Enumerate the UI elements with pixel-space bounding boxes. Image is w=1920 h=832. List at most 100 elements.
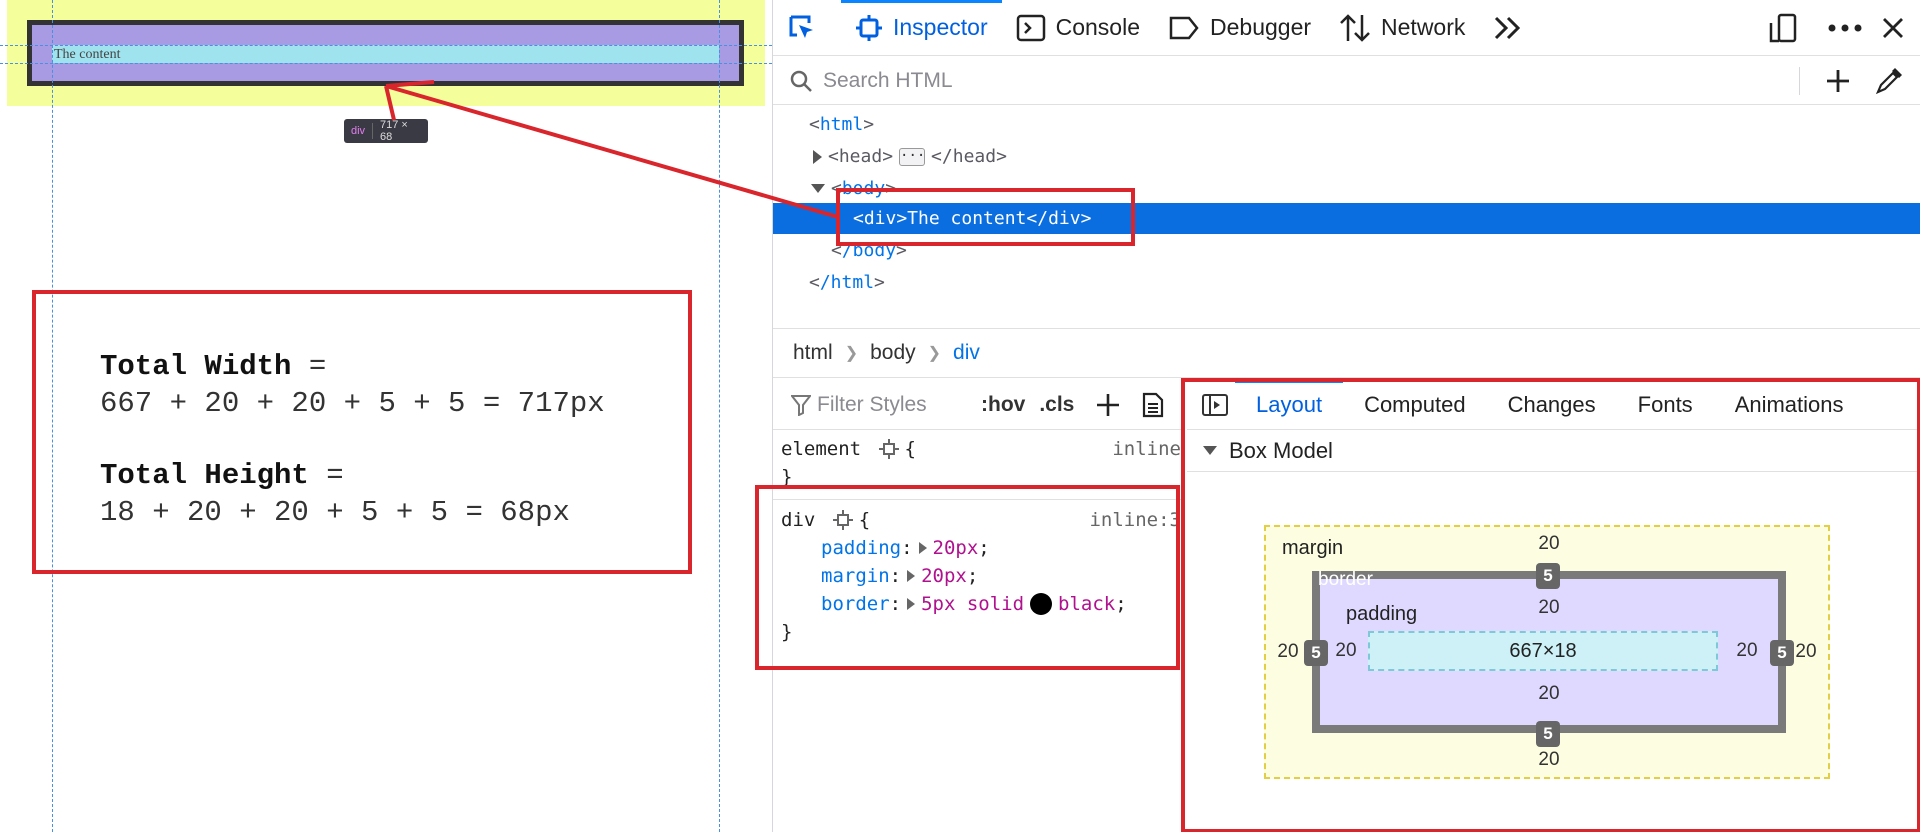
chevron-right-icon: ❯: [927, 345, 942, 362]
plus-icon: [1827, 70, 1849, 92]
expand-shorthand-icon[interactable]: [907, 598, 916, 610]
declaration-margin[interactable]: margin:20px;: [773, 562, 1183, 590]
border-bottom-value[interactable]: 5: [1536, 721, 1560, 747]
markup-view: < html > < head > ··· </head > < body > <div>The …: [773, 106, 1920, 326]
color-swatch[interactable]: [1030, 593, 1053, 615]
search-divider: [1799, 67, 1800, 95]
close-icon: [1883, 18, 1903, 38]
markup-row-head[interactable]: < head > ··· </head >: [773, 141, 1920, 172]
filter-styles-input[interactable]: [817, 392, 967, 417]
element-picker-button[interactable]: [773, 0, 841, 56]
breadcrumb-div[interactable]: div: [953, 341, 980, 365]
layout-pane: Layout Computed Changes Fonts Animations…: [1187, 379, 1920, 832]
tab-fonts[interactable]: Fonts: [1617, 380, 1714, 430]
total-width-expression: 667 + 20 + 20 + 5 + 5 = 717px: [100, 387, 605, 420]
tab-layout[interactable]: Layout: [1235, 379, 1344, 430]
div-selector: div: [781, 509, 816, 531]
element-size-tooltip: div 717 × 68: [344, 119, 428, 143]
padding-left-value[interactable]: 20: [1326, 640, 1366, 662]
box-model-margin: margin 20 20 20 20 padding 20 20 20 20 6…: [1264, 525, 1830, 779]
hov-toggle-button[interactable]: :hov: [981, 393, 1025, 417]
markup-row-body[interactable]: < body >: [773, 173, 1920, 204]
margin-top-value[interactable]: 20: [1529, 533, 1569, 555]
element-rule: element { inline }: [781, 438, 1181, 488]
tab-inspector[interactable]: Inspector: [841, 0, 1002, 56]
print-media-icon[interactable]: [1142, 392, 1164, 418]
collapse-twisty-icon[interactable]: [811, 184, 825, 193]
tab-network[interactable]: Network: [1325, 0, 1479, 56]
more-tools-button[interactable]: [1479, 0, 1547, 56]
border-right-value[interactable]: 5: [1770, 640, 1794, 666]
expand-shorthand-icon[interactable]: [918, 542, 927, 554]
margin-label: margin: [1282, 537, 1344, 559]
add-rule-icon[interactable]: [1096, 393, 1120, 417]
markup-row-html-close[interactable]: </html >: [773, 267, 1920, 298]
inspector-icon: [856, 14, 882, 41]
margin-left-value[interactable]: 20: [1268, 641, 1308, 663]
tab-inspector-label: Inspector: [893, 14, 988, 40]
tab-network-label: Network: [1381, 14, 1466, 40]
element-rule-source[interactable]: inline: [1112, 438, 1181, 460]
expand-shorthand-icon[interactable]: [907, 570, 916, 582]
devtools-panel: Inspector Console Debugger Network Searc…: [772, 0, 1920, 832]
tab-debugger-label: Debugger: [1210, 14, 1312, 40]
search-html-input[interactable]: [823, 68, 1723, 93]
box-model-content-size[interactable]: 667×18: [1368, 631, 1718, 671]
tab-changes[interactable]: Changes: [1487, 380, 1617, 430]
highlighted-div[interactable]: The content: [27, 20, 744, 86]
tab-console[interactable]: Console: [1002, 0, 1154, 56]
tab-animations[interactable]: Animations: [1714, 380, 1865, 430]
padding-bottom-value[interactable]: 20: [1529, 683, 1569, 705]
declaration-border[interactable]: border:5px solid black;: [773, 590, 1183, 618]
tab-debugger[interactable]: Debugger: [1154, 0, 1325, 56]
node-highlight-icon[interactable]: [878, 439, 899, 459]
border-top-value[interactable]: 5: [1536, 563, 1560, 589]
content-highlight: The content: [52, 45, 719, 63]
devtools-toolbar: Inspector Console Debugger Network: [773, 0, 1920, 56]
menu-button[interactable]: [1827, 0, 1863, 56]
border-left-value[interactable]: 5: [1304, 640, 1328, 666]
padding-right-value[interactable]: 20: [1727, 640, 1767, 662]
collapsed-ellipsis-icon[interactable]: ···: [899, 147, 925, 166]
responsive-mode-button[interactable]: [1769, 0, 1799, 56]
markup-row-body-close[interactable]: </body >: [773, 235, 1920, 266]
search-html-bar: [773, 57, 1920, 105]
padding-top-value[interactable]: 20: [1529, 597, 1569, 619]
tag-div-line: <div>The content</div>: [853, 208, 1092, 229]
rules-pane: :hov .cls element { inline } div: [773, 380, 1185, 832]
breadcrumb: html ❯ body ❯ div: [773, 328, 1920, 378]
tooltip-dimensions: 717 × 68: [380, 119, 408, 143]
guide-line-right: [719, 0, 720, 832]
total-height-label: Total Height: [100, 459, 309, 492]
tag-body-close: /body: [841, 240, 897, 261]
div-rule-source[interactable]: inline:3: [1089, 509, 1181, 531]
box-model-title: Box Model: [1229, 437, 1333, 463]
markup-row-html[interactable]: < html >: [773, 109, 1920, 140]
tab-computed[interactable]: Computed: [1343, 380, 1487, 430]
node-highlight-icon[interactable]: [832, 510, 853, 530]
box-model-padding: padding 20 20 20 20 667×18: [1320, 579, 1778, 725]
cls-toggle-button[interactable]: .cls: [1039, 393, 1074, 417]
margin-bottom-value[interactable]: 20: [1529, 749, 1569, 771]
padding-label: padding: [1346, 603, 1418, 625]
expand-twisty-icon[interactable]: [813, 149, 822, 164]
eyedropper-button[interactable]: [1875, 67, 1903, 100]
breadcrumb-body[interactable]: body: [870, 341, 916, 365]
guide-line-top: [0, 45, 772, 46]
total-width-label: Total Width: [100, 350, 292, 383]
add-node-button[interactable]: [1825, 68, 1851, 99]
close-button[interactable]: [1881, 0, 1905, 56]
declaration-padding[interactable]: padding:20px;: [773, 534, 1183, 562]
toggle-sidebar-icon[interactable]: [1201, 393, 1229, 417]
total-height-equals: =: [308, 459, 344, 492]
box-model-header[interactable]: Box Model: [1187, 430, 1920, 472]
tag-html: html: [819, 114, 864, 135]
filter-icon: [791, 394, 811, 416]
tag-html-close: /html: [819, 272, 875, 293]
element-selector: element: [781, 438, 862, 460]
markup-row-div-selected[interactable]: <div>The content</div>: [773, 203, 1920, 234]
breadcrumb-html[interactable]: html: [793, 341, 833, 365]
rules-toolbar: :hov .cls: [773, 380, 1184, 430]
element-picker-icon: [789, 15, 813, 38]
menu-icon: [1828, 24, 1862, 32]
